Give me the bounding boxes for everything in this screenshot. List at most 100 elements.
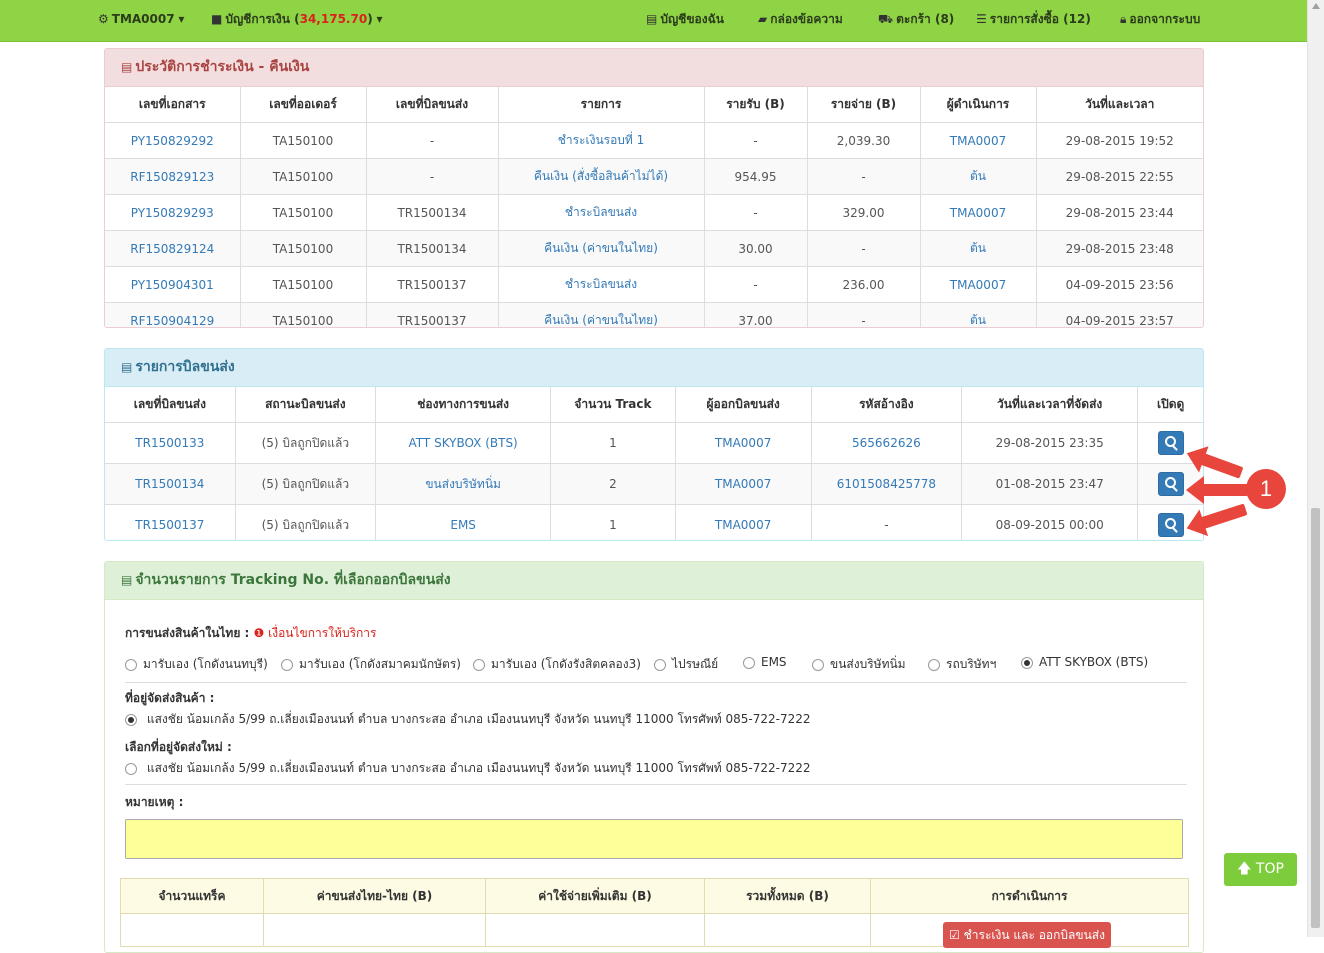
shipping-option[interactable]: มารับเอง (โกดังรังสิตคลอง3) (473, 655, 641, 674)
item-link[interactable]: ชำระบิลขนส่ง (565, 277, 637, 291)
table-row: RF150829123 TA150100 - คืนเงิน (สั่งซื้อ… (105, 158, 1203, 195)
doc-link[interactable]: RF150829123 (130, 170, 214, 184)
nav-messages[interactable]: ▰ กล่องข้อความ (758, 0, 843, 41)
summary-header-row: จำนวนแทร็ค ค่าขนส่งไทย-ไทย (B) ค่าใช้จ่า… (120, 878, 1189, 914)
col-extra-cost: ค่าใช้จ่ายเพิ่มเติม (B) (485, 878, 705, 914)
radio-button[interactable] (743, 656, 755, 669)
operator-link[interactable]: ต้น (970, 313, 986, 327)
issuer-link[interactable]: TMA0007 (715, 477, 771, 491)
list-icon: ☰ (976, 12, 987, 26)
bill-link[interactable]: TR1500134 (135, 477, 204, 491)
shipping-option-selected[interactable]: ATT SKYBOX (BTS) (1021, 655, 1148, 669)
shipping-option-label: ATT SKYBOX (BTS) (1039, 655, 1149, 669)
item-link[interactable]: ชำระเงินรอบที่ 1 (558, 133, 645, 147)
list-alt-icon: ▤ (121, 573, 133, 587)
col-domestic-shipping: ค่าขนส่งไทย-ไทย (B) (263, 878, 486, 914)
col-item: รายการ (497, 87, 705, 123)
operator-link[interactable]: TMA0007 (950, 278, 1006, 292)
item-link[interactable]: คืนเงิน (ค่าขนในไทย) (544, 241, 658, 255)
operator-link[interactable]: ต้น (970, 241, 986, 255)
back-to-top-button[interactable]: 🡅 TOP (1224, 853, 1297, 886)
shipping-option-label: ไปรษณีย์ (672, 657, 719, 671)
doc-link[interactable]: PY150829293 (131, 206, 214, 220)
address-option[interactable]: แสงชัย น้อมเกล้ง 5/99 ถ.เลี่ยงเมืองนนท์ … (125, 710, 811, 729)
check-icon: ☑ (949, 928, 960, 942)
new-address-label: เลือกที่อยู่จัดส่งใหม่ : (125, 740, 232, 754)
shipping-option[interactable]: รถบริษัทฯ (928, 655, 996, 674)
channel-link[interactable]: ATT SKYBOX (BTS) (409, 436, 518, 450)
income: - (703, 194, 808, 231)
radio-button-checked[interactable] (125, 713, 137, 726)
shipping-option[interactable]: ไปรษณีย์ (654, 655, 718, 674)
shipping-bills-header: ▤ รายการบิลขนส่ง (105, 349, 1203, 387)
col-issuer: ผู้ออกบิลขนส่ง (674, 387, 812, 423)
radio-button[interactable] (473, 658, 485, 671)
payment-history-title: ประวัติการชำระเงิน - คืนเงิน (135, 59, 310, 75)
nav-orders[interactable]: ☰ รายการสั่งซื้อ (12) (976, 0, 1091, 41)
item-link[interactable]: ชำระบิลขนส่ง (565, 205, 637, 219)
summary-cell (704, 913, 871, 947)
issuer-link[interactable]: TMA0007 (715, 518, 771, 532)
table-row: PY150904301 TA150100 TR1500137 ชำระบิลขน… (105, 266, 1203, 303)
item-link[interactable]: คืนเงิน (สั่งซื้อสินค้าไม่ได้) (534, 169, 668, 183)
radio-button[interactable] (281, 658, 293, 671)
shipping-option-label: รถบริษัทฯ (946, 657, 997, 671)
radio-button[interactable] (125, 762, 137, 775)
radio-button-checked[interactable] (1021, 656, 1033, 669)
terms-link[interactable]: ❶ เงื่อนไขการให้บริการ (254, 626, 377, 640)
account-menu[interactable]: ■ บัญชีการเงิน (34,175.70) ▾ (211, 0, 383, 41)
pay-and-issue-bill-button[interactable]: ☑ ชำระเงิน และ ออกบิลขนส่ง (943, 922, 1111, 948)
reference-link[interactable]: 565662626 (852, 436, 921, 450)
issuer-link[interactable]: TMA0007 (715, 436, 771, 450)
doc-link[interactable]: RF150904129 (130, 314, 214, 328)
view-bill-button[interactable] (1157, 472, 1184, 496)
datetime: 29-08-2015 19:52 (1035, 122, 1203, 159)
col-bill-no: เลขที่บิลขนส่ง (105, 387, 236, 423)
gear-icon: ⚙ (98, 12, 109, 26)
doc-link[interactable]: PY150829292 (131, 134, 214, 148)
datetime: 04-09-2015 23:57 (1035, 302, 1203, 327)
nav-logout[interactable]: 🔒︎ ออกจากระบบ (1120, 0, 1200, 41)
shipping-option[interactable]: มารับเอง (โกดังสมาคมนักษัตร) (281, 655, 461, 674)
shipping-option[interactable]: มารับเอง (โกดังนนทบุรี) (125, 655, 268, 674)
shipping-option[interactable]: EMS (743, 655, 787, 669)
nav-my-account[interactable]: ▤ บัญชีของฉัน (646, 0, 724, 41)
operator-link[interactable]: TMA0007 (950, 206, 1006, 220)
reference: - (810, 504, 963, 540)
user-menu[interactable]: ⚙ TMA0007 ▾ (98, 0, 184, 41)
search-icon-handle (1171, 445, 1178, 451)
radio-button[interactable] (928, 658, 940, 671)
track-count: 1 (550, 422, 676, 464)
channel-link[interactable]: ขนส่งบริษัทนิ่ม (425, 477, 501, 491)
account-balance: 34,175.70 (299, 12, 368, 26)
view-bill-button[interactable] (1157, 431, 1184, 455)
item-link[interactable]: คืนเงิน (ค่าขนในไทย) (544, 313, 658, 327)
operator-link[interactable]: ต้น (970, 169, 986, 183)
bill-link[interactable]: TR1500137 (135, 518, 204, 532)
bill-link[interactable]: TR1500133 (135, 436, 204, 450)
scroll-thumb[interactable] (1311, 508, 1320, 928)
view-bill-button[interactable] (1157, 513, 1184, 537)
remark-textarea[interactable] (125, 819, 1183, 859)
summary-cell (485, 913, 705, 947)
scroll-up-icon[interactable] (1312, 3, 1320, 9)
ship-datetime: 08-09-2015 00:00 (961, 504, 1139, 540)
nav-cart[interactable]: ⛟ ตะกร้า (8) (878, 0, 954, 41)
col-view: เปิดดู (1137, 387, 1203, 423)
doc-link[interactable]: RF150829124 (130, 242, 214, 256)
table-row: TR1500137 (5) บิลถูกปิดแล้ว EMS 1 TMA000… (105, 504, 1203, 540)
doc-link[interactable]: PY150904301 (131, 278, 214, 292)
new-address-option[interactable]: แสงชัย น้อมเกล้ง 5/99 ถ.เลี่ยงเมืองนนท์ … (125, 759, 811, 778)
shipping-option[interactable]: ขนส่งบริษัทนิ่ม (812, 655, 906, 674)
radio-button[interactable] (125, 658, 137, 671)
operator-link[interactable]: TMA0007 (950, 134, 1006, 148)
col-order-no: เลขที่ออเดอร์ (239, 87, 367, 123)
reference-link[interactable]: 6101508425778 (837, 477, 936, 491)
bill-no: TR1500134 (365, 230, 499, 267)
page-scrollbar[interactable] (1307, 0, 1324, 937)
radio-button[interactable] (812, 658, 824, 671)
shipping-option-label: มารับเอง (โกดังรังสิตคลอง3) (491, 657, 641, 671)
remark-label: หมายเหตุ : (125, 795, 184, 809)
radio-button[interactable] (654, 658, 666, 671)
channel-link[interactable]: EMS (450, 518, 476, 532)
